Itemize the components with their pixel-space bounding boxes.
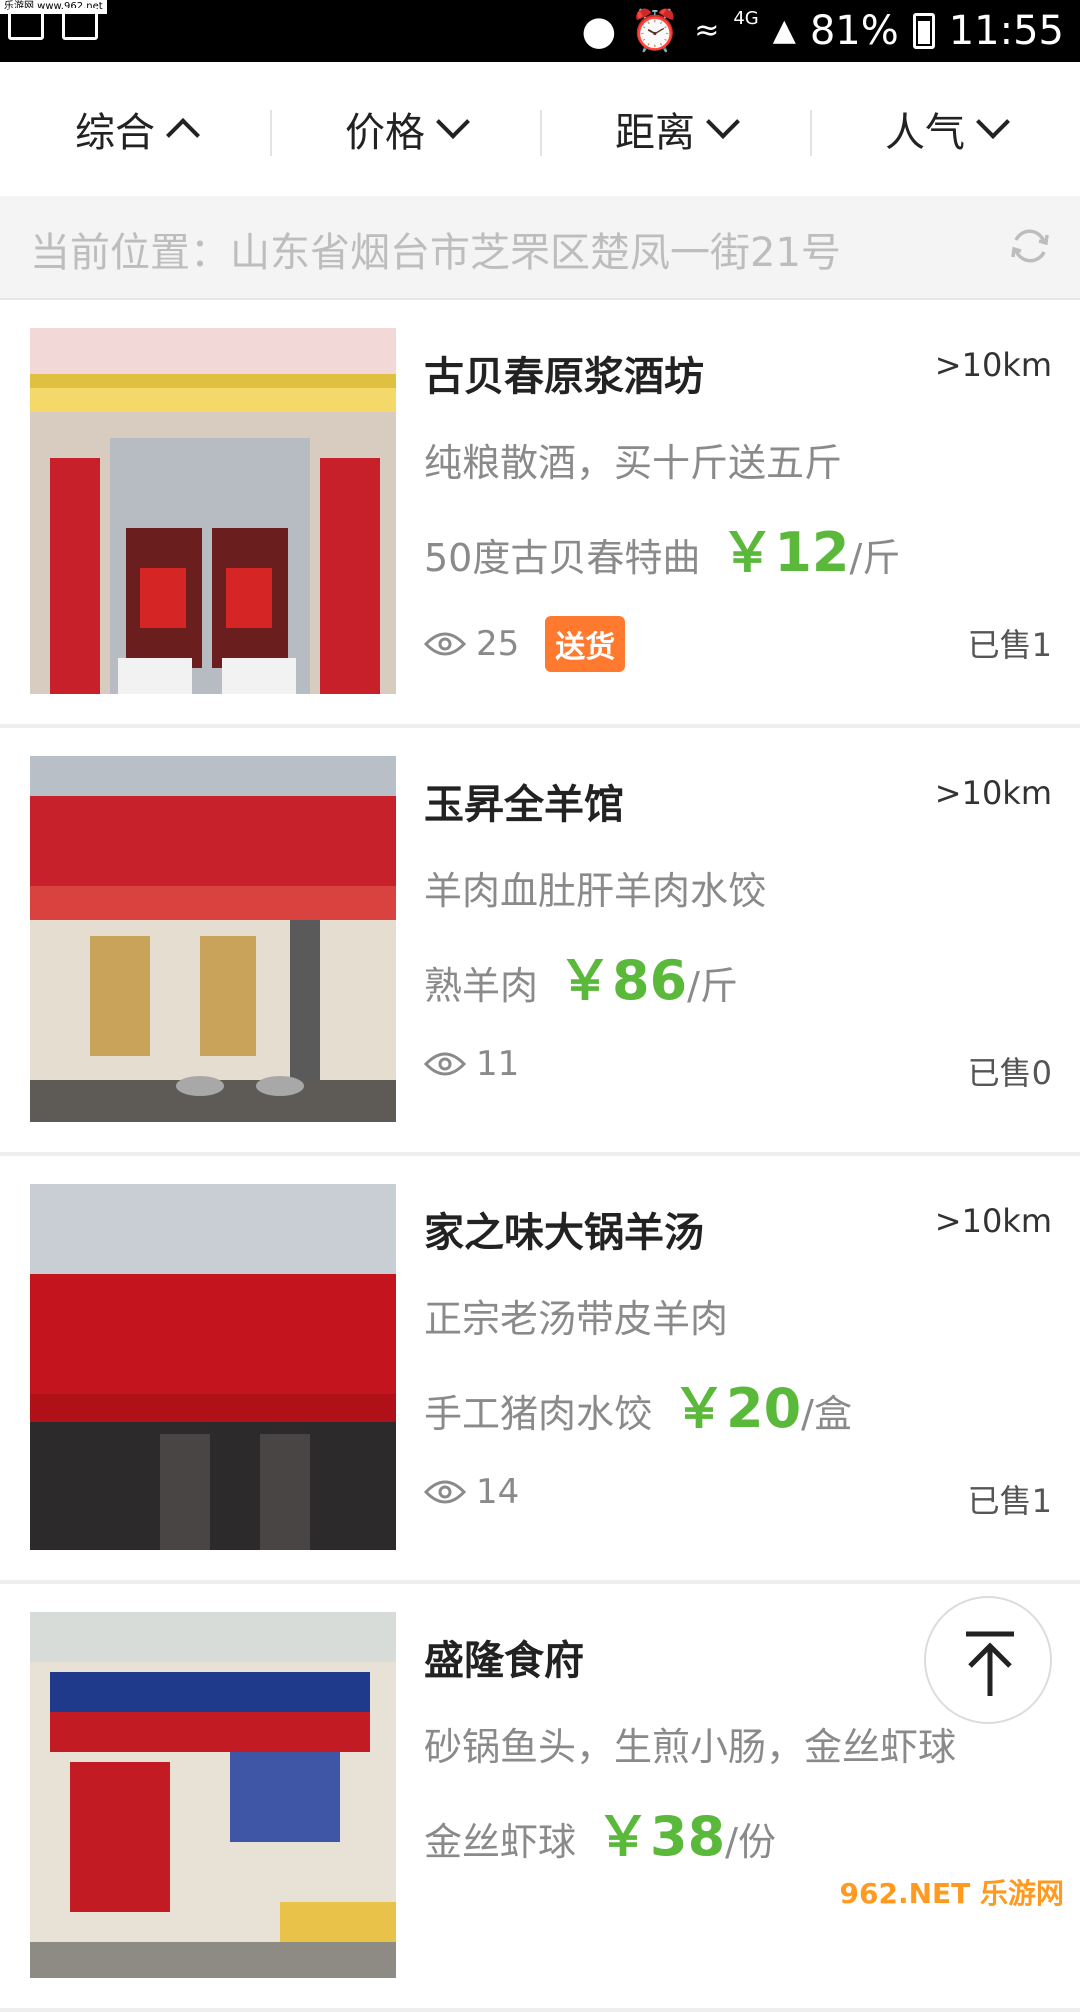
product-price-line: 熟羊肉 ￥86 /斤 bbox=[424, 936, 738, 1015]
filter-label: 综合 bbox=[75, 100, 155, 158]
filter-distance[interactable]: 距离 bbox=[540, 62, 810, 196]
distance: >10km bbox=[935, 1202, 1052, 1240]
eye-icon bbox=[424, 1050, 466, 1078]
shop-photo bbox=[30, 756, 396, 1122]
view-count-value: 11 bbox=[476, 1044, 519, 1084]
view-count: 25 送货 bbox=[424, 616, 625, 672]
product-price-line: 金丝虾球 ￥38 /份 bbox=[424, 1792, 776, 1871]
shop-photo bbox=[30, 328, 396, 694]
view-count-value: 25 bbox=[476, 624, 519, 664]
price-unit: /份 bbox=[725, 1811, 776, 1866]
signal-icon: ▲ bbox=[773, 6, 796, 56]
shop-description: 羊肉血肚肝羊肉水饺 bbox=[424, 860, 766, 915]
sold-count: 已售0 bbox=[968, 1048, 1052, 1094]
eye-icon bbox=[424, 1478, 466, 1506]
product-price-line: 手工猪肉水饺 ￥20 /盒 bbox=[424, 1364, 852, 1443]
shop-description: 正宗老汤带皮羊肉 bbox=[424, 1288, 728, 1343]
product-price-line: 50度古贝春特曲 ￥12 /斤 bbox=[424, 508, 900, 587]
alarm-icon: ⏰ bbox=[630, 6, 680, 56]
view-count: 11 bbox=[424, 1044, 519, 1084]
filter-label: 距离 bbox=[615, 100, 695, 158]
back-to-top-button[interactable] bbox=[924, 1596, 1052, 1724]
battery-icon bbox=[913, 13, 935, 49]
shop-name: 玉昇全羊馆 bbox=[424, 772, 624, 830]
filter-price[interactable]: 价格 bbox=[270, 62, 540, 196]
chevron-up-icon bbox=[166, 118, 200, 152]
arrow-up-icon bbox=[948, 1620, 1032, 1704]
shop-description: 纯粮散酒，买十斤送五斤 bbox=[424, 432, 842, 487]
price: ￥38 bbox=[596, 1792, 725, 1871]
sold-count: 已售1 bbox=[968, 1476, 1052, 1522]
filter-comprehensive[interactable]: 综合 bbox=[0, 62, 270, 196]
location-pin-icon: ● bbox=[581, 6, 616, 56]
distance: >10km bbox=[935, 346, 1052, 384]
filter-bar: 综合 价格 距离 人气 bbox=[0, 62, 1080, 196]
chevron-down-icon bbox=[436, 105, 470, 139]
list-item[interactable]: 古贝春原浆酒坊 >10km 纯粮散酒，买十斤送五斤 50度古贝春特曲 ￥12 /… bbox=[0, 300, 1080, 728]
filter-label: 人气 bbox=[885, 100, 965, 158]
chevron-down-icon bbox=[706, 105, 740, 139]
distance: >10km bbox=[935, 774, 1052, 812]
sold-count: 已售1 bbox=[968, 620, 1052, 666]
clock: 11:55 bbox=[949, 6, 1064, 56]
product-name: 金丝虾球 bbox=[424, 1811, 576, 1866]
wifi-icon: ≈ bbox=[694, 6, 719, 56]
product-name: 手工猪肉水饺 bbox=[424, 1383, 652, 1438]
network-type: 4G bbox=[733, 0, 758, 44]
price: ￥86 bbox=[558, 936, 687, 1015]
view-count: 14 bbox=[424, 1472, 519, 1512]
battery-percent: 81% bbox=[810, 6, 899, 56]
price-unit: /斤 bbox=[850, 527, 901, 582]
shop-photo bbox=[30, 1184, 396, 1550]
shop-photo bbox=[30, 1612, 396, 1978]
filter-label: 价格 bbox=[345, 100, 425, 158]
price-unit: /盒 bbox=[801, 1383, 852, 1438]
shop-name: 家之味大锅羊汤 bbox=[424, 1200, 704, 1258]
shop-list: 古贝春原浆酒坊 >10km 纯粮散酒，买十斤送五斤 50度古贝春特曲 ￥12 /… bbox=[0, 300, 1080, 2012]
product-name: 熟羊肉 bbox=[424, 955, 538, 1010]
price: ￥20 bbox=[672, 1364, 801, 1443]
refresh-icon[interactable] bbox=[1008, 224, 1052, 268]
view-count-value: 14 bbox=[476, 1472, 519, 1512]
location-bar: 当前位置：山东省烟台市芝罘区楚凤一街21号 bbox=[0, 196, 1080, 300]
price: ￥12 bbox=[720, 508, 849, 587]
list-item[interactable]: 玉昇全羊馆 >10km 羊肉血肚肝羊肉水饺 熟羊肉 ￥86 /斤 11 已售0 bbox=[0, 728, 1080, 1156]
filter-popularity[interactable]: 人气 bbox=[810, 62, 1080, 196]
eye-icon bbox=[424, 630, 466, 658]
list-item[interactable]: 盛隆食府 砂锅鱼头，生煎小肠，金丝虾球 金丝虾球 ￥38 /份 bbox=[0, 1584, 1080, 2012]
image-icon bbox=[8, 8, 44, 40]
current-location: 当前位置：山东省烟台市芝罘区楚凤一街21号 bbox=[30, 220, 841, 278]
price-unit: /斤 bbox=[687, 955, 738, 1010]
chevron-down-icon bbox=[976, 105, 1010, 139]
status-bar: 乐游网 www.962.net ● ⏰ ≈ 4G ▲ 81% 11:55 bbox=[0, 0, 1080, 62]
delivery-badge: 送货 bbox=[545, 616, 625, 672]
clipboard-check-icon bbox=[62, 8, 98, 40]
product-name: 50度古贝春特曲 bbox=[424, 527, 700, 582]
shop-name: 古贝春原浆酒坊 bbox=[424, 344, 704, 402]
list-item[interactable]: 家之味大锅羊汤 >10km 正宗老汤带皮羊肉 手工猪肉水饺 ￥20 /盒 14 … bbox=[0, 1156, 1080, 1584]
watermark: 962.NET 乐游网 bbox=[832, 1870, 1073, 1914]
shop-description: 砂锅鱼头，生煎小肠，金丝虾球 bbox=[424, 1716, 956, 1771]
shop-name: 盛隆食府 bbox=[424, 1628, 584, 1686]
